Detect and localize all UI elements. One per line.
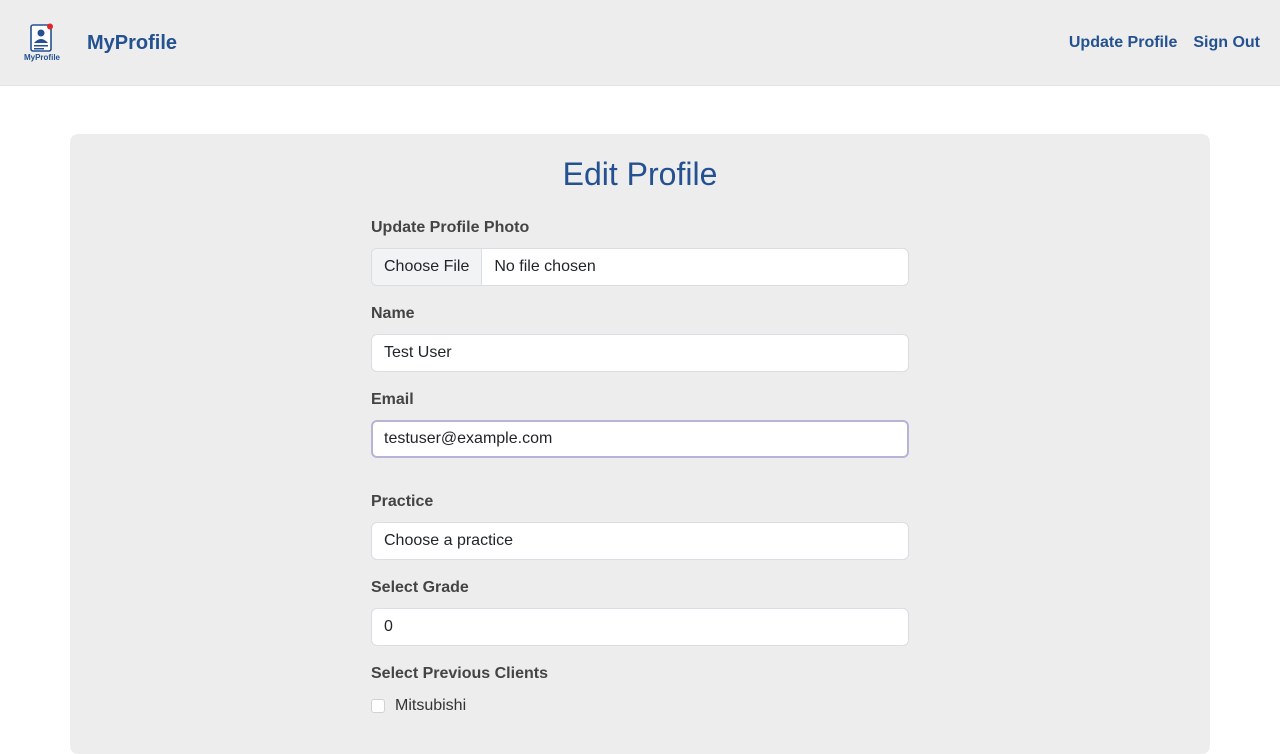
svg-text:MyProfile: MyProfile	[24, 53, 61, 62]
profile-photo-file-input[interactable]: Choose File No file chosen	[371, 248, 909, 286]
brand-name[interactable]: MyProfile	[87, 30, 177, 56]
clients-label: Select Previous Clients	[371, 665, 548, 682]
page-title: Edit Profile	[562, 156, 718, 192]
name-label: Name	[371, 305, 415, 322]
client-option-label: Mitsubishi	[395, 697, 467, 714]
email-input[interactable]: testuser@example.com	[371, 420, 909, 458]
top-navbar: MyProfile MyProfile Update Profile Sign …	[0, 0, 1280, 86]
photo-label: Update Profile Photo	[371, 219, 530, 236]
nav-update-profile-link[interactable]: Update Profile	[1069, 32, 1177, 54]
grade-input[interactable]: 0	[371, 608, 909, 646]
myprofile-logo[interactable]: MyProfile	[22, 23, 62, 63]
client-option-mitsubishi[interactable]: Mitsubishi	[371, 696, 466, 716]
nav-sign-out-link[interactable]: Sign Out	[1193, 32, 1260, 54]
grade-label: Select Grade	[371, 579, 469, 596]
email-label: Email	[371, 391, 414, 408]
practice-label: Practice	[371, 493, 434, 510]
edit-profile-card: Edit Profile Update Profile Photo Choose…	[70, 134, 1210, 754]
file-status-text: No file chosen	[494, 258, 596, 275]
name-input[interactable]: Test User	[371, 334, 909, 372]
practice-select[interactable]: Choose a practice	[371, 522, 909, 560]
client-checkbox[interactable]	[371, 699, 385, 713]
choose-file-button[interactable]: Choose File	[372, 249, 483, 285]
nav-links: Update Profile Sign Out	[1069, 32, 1260, 54]
